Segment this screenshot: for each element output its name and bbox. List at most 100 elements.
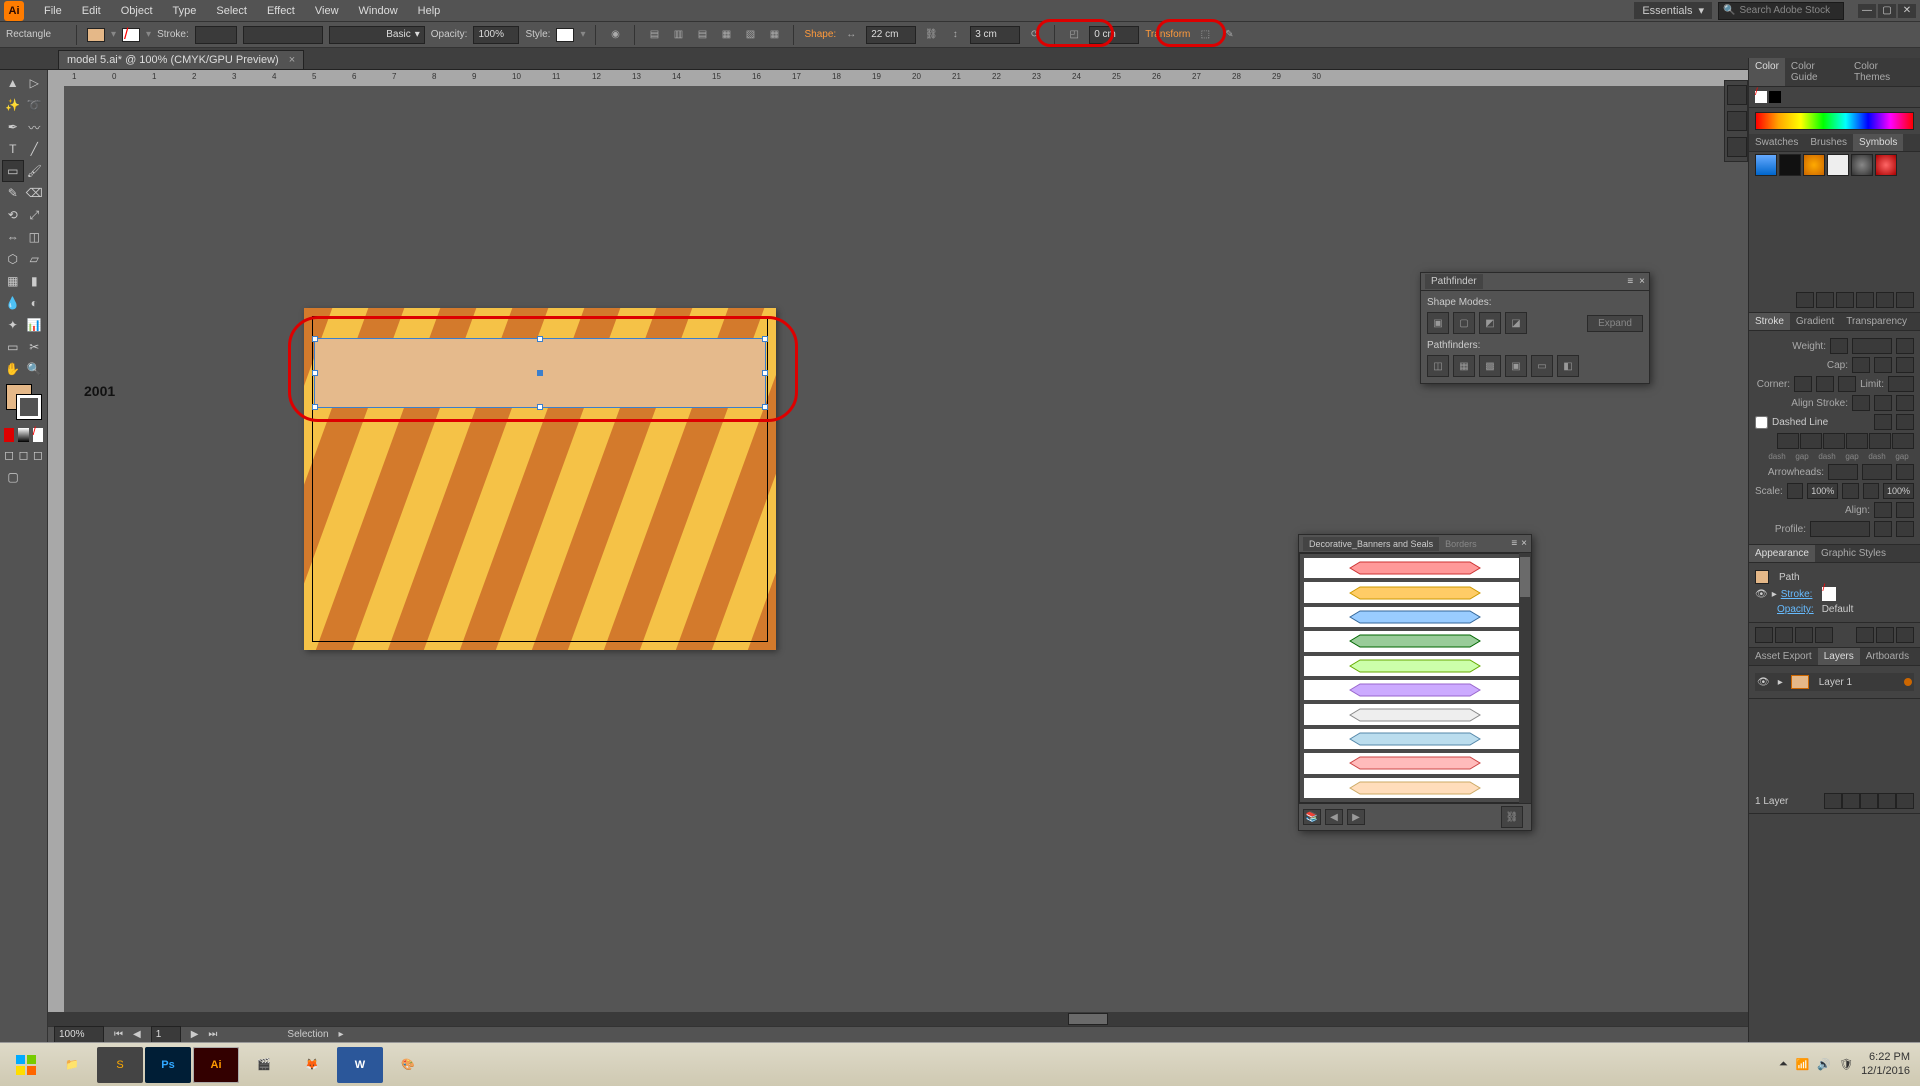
shape-label[interactable]: Shape:	[804, 29, 836, 40]
place-symbol-icon[interactable]	[1816, 292, 1834, 308]
outline-button[interactable]: ▭	[1531, 355, 1553, 377]
duplicate-icon[interactable]	[1876, 627, 1894, 643]
align-inside-icon[interactable]	[1874, 395, 1892, 411]
gap-input[interactable]	[1892, 433, 1914, 449]
dash-input[interactable]	[1869, 433, 1891, 449]
stroke-style-select[interactable]: Basic ▾	[329, 26, 425, 44]
ruler-origin[interactable]	[48, 70, 64, 86]
dash-input[interactable]	[1777, 433, 1799, 449]
exclude-button[interactable]: ◪	[1505, 312, 1527, 334]
dash-align-icon[interactable]	[1896, 414, 1914, 430]
symbol-item[interactable]	[1304, 582, 1526, 602]
new-sublayer-icon[interactable]	[1860, 793, 1878, 809]
close-icon[interactable]: ×	[1639, 276, 1645, 287]
panel-menu-icon[interactable]: ≡	[1511, 538, 1517, 549]
taskbar-paint-icon[interactable]: 🎨	[385, 1047, 431, 1083]
ruler-horizontal[interactable]: 1012345678910111213141516171819202122232…	[64, 70, 1904, 86]
symbol-swatch[interactable]	[1875, 154, 1897, 176]
scale2-input[interactable]: 100%	[1883, 483, 1914, 499]
symbol-item[interactable]	[1304, 680, 1526, 700]
gap-input[interactable]	[1846, 433, 1868, 449]
symbol-item[interactable]	[1304, 607, 1526, 627]
asset-export-tab[interactable]: Asset Export	[1749, 648, 1818, 665]
symbols-library-panel[interactable]: Decorative_Banners and SealsBorders≡× 📚 …	[1298, 534, 1532, 831]
align-right-icon[interactable]: ▤	[693, 26, 711, 44]
taskbar-photoshop-icon[interactable]: Ps	[145, 1047, 191, 1083]
paintbrush-tool[interactable]: 🖌	[24, 160, 45, 182]
chevron-down-icon[interactable]: ▾	[111, 29, 116, 40]
weight-input[interactable]	[1852, 338, 1892, 354]
delete-symbol-icon[interactable]	[1896, 292, 1914, 308]
make-clip-icon[interactable]	[1842, 793, 1860, 809]
new-symbol-icon[interactable]	[1876, 292, 1894, 308]
search-input[interactable]: 🔍 Search Adobe Stock	[1718, 2, 1844, 20]
blend-tool[interactable]: ◐	[24, 292, 46, 314]
stroke-weight-input[interactable]	[195, 26, 237, 44]
scrollbar[interactable]	[1519, 553, 1531, 803]
perspective-tool[interactable]: ▱	[24, 248, 46, 270]
new-art-icon[interactable]	[1755, 627, 1773, 643]
stepper-icon[interactable]	[1830, 338, 1848, 354]
symbol-options-icon[interactable]	[1856, 292, 1874, 308]
layer-name[interactable]: Layer 1	[1819, 677, 1852, 688]
zoom-tool[interactable]: 🔍	[24, 358, 46, 380]
minimize-button[interactable]: —	[1858, 4, 1876, 18]
delete-icon[interactable]	[1896, 627, 1914, 643]
slice-tool[interactable]: ✂	[24, 336, 46, 358]
disclosure-icon[interactable]: ▸	[1772, 589, 1777, 600]
clear-icon[interactable]	[1856, 627, 1874, 643]
rotate-icon[interactable]: ⟳	[1026, 26, 1044, 44]
rotate-tool[interactable]: ⟲	[2, 204, 24, 226]
eyedropper-tool[interactable]: 💧	[2, 292, 24, 314]
flip-icon[interactable]	[1896, 521, 1914, 537]
join-bevel-icon[interactable]	[1838, 376, 1856, 392]
library-menu-icon[interactable]: 📚	[1303, 809, 1321, 825]
symbol-item[interactable]	[1304, 631, 1526, 651]
transparency-tab[interactable]: Transparency	[1840, 313, 1913, 330]
pen-tool[interactable]: ✒	[2, 116, 24, 138]
align-top-icon[interactable]: ▦	[717, 26, 735, 44]
gradient-tool[interactable]: ▮	[24, 270, 46, 292]
chevron-down-icon[interactable]	[1896, 338, 1914, 354]
screen-mode-icon[interactable]: ▢	[2, 466, 24, 488]
symbols-tab[interactable]: Symbols	[1853, 134, 1903, 151]
tray-shield-icon[interactable]: 🛡	[1839, 1058, 1853, 1071]
tray-network-icon[interactable]: 📶	[1796, 1058, 1810, 1071]
color-mode-icon[interactable]	[4, 428, 14, 442]
status-menu-icon[interactable]: ▸	[339, 1029, 344, 1040]
visibility-icon[interactable]: 👁	[1757, 677, 1770, 688]
menu-edit[interactable]: Edit	[72, 5, 111, 17]
opacity-input[interactable]: 100%	[473, 26, 519, 44]
dashed-checkbox[interactable]	[1755, 416, 1768, 429]
artboard-tool[interactable]: ▭	[2, 336, 24, 358]
align-arrow-icon[interactable]	[1896, 502, 1914, 518]
lasso-tool[interactable]: ➰	[24, 94, 46, 116]
next-page-icon[interactable]: ▶	[191, 1029, 199, 1040]
dock-panel-icon[interactable]	[1727, 137, 1747, 157]
color-spectrum[interactable]	[1755, 112, 1914, 130]
symbol-sprayer-tool[interactable]: ✦	[2, 314, 24, 336]
menu-type[interactable]: Type	[163, 5, 207, 17]
menu-view[interactable]: View	[305, 5, 349, 17]
fill-stroke-indicator[interactable]	[2, 380, 45, 426]
stroke-var-input[interactable]	[243, 26, 323, 44]
align-center-icon[interactable]	[1852, 395, 1870, 411]
taskbar-illustrator-icon[interactable]: Ai	[193, 1047, 239, 1083]
tray-volume-icon[interactable]: 🔊	[1817, 1058, 1831, 1071]
intersect-button[interactable]: ◩	[1479, 312, 1501, 334]
none-mode-icon[interactable]: /	[33, 428, 43, 442]
trim-button[interactable]: ▦	[1453, 355, 1475, 377]
dash-align-icon[interactable]	[1874, 414, 1892, 430]
appearance-tab[interactable]: Appearance	[1749, 545, 1815, 562]
link-icon[interactable]	[1842, 483, 1858, 499]
panel-menu-icon[interactable]: ≡	[1627, 276, 1633, 287]
canvas-area[interactable]: 1012345678910111213141516171819202122232…	[48, 70, 1920, 1042]
fx-icon[interactable]	[1815, 627, 1833, 643]
shape-width-input[interactable]: 22 cm	[866, 26, 916, 44]
scrollbar-thumb[interactable]	[1068, 1013, 1108, 1025]
curvature-tool[interactable]: 〰	[24, 116, 46, 138]
symbol-item[interactable]	[1304, 558, 1526, 578]
artboards-tab[interactable]: Artboards	[1860, 648, 1915, 665]
symbol-swatch[interactable]	[1803, 154, 1825, 176]
target-icon[interactable]	[1904, 678, 1912, 686]
